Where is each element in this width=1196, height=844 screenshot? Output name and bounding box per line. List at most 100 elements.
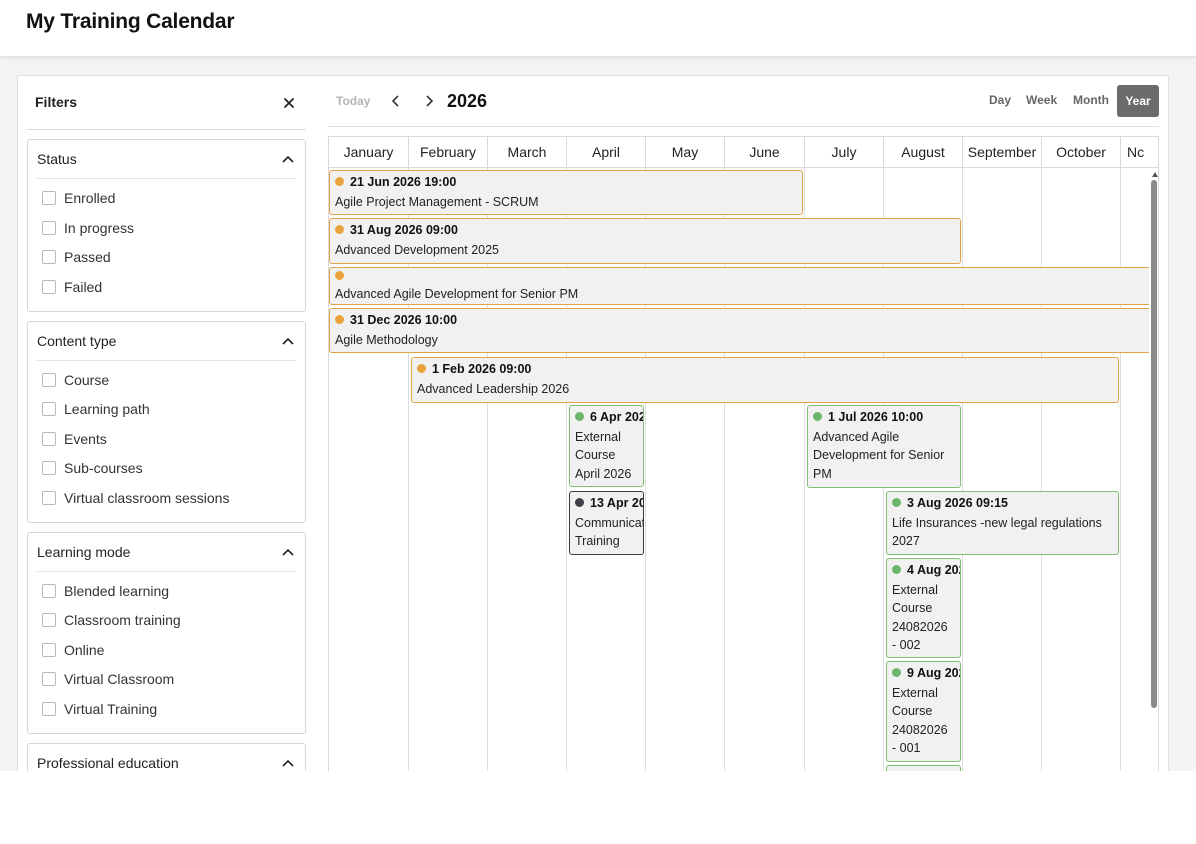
scroll-thumb[interactable] — [1151, 180, 1157, 708]
group-title: Status — [37, 151, 77, 167]
event-status-dot — [335, 315, 344, 325]
calendar-event[interactable]: 13 Apr 2026 Communication Training — [569, 491, 644, 555]
header-divider — [329, 167, 1158, 168]
chevron-up-icon — [282, 337, 294, 345]
chevron-up-icon — [282, 759, 294, 767]
toolbar-divider — [328, 126, 1159, 127]
checkbox[interactable] — [42, 461, 56, 475]
event-date: 9 Aug 2026 — [907, 666, 960, 680]
month-header-october[interactable]: October — [1042, 137, 1121, 167]
month-header-march[interactable]: March — [488, 137, 567, 167]
app-viewport: My Training Calendar Filters Status Enro… — [0, 0, 1196, 771]
next-year-button[interactable] — [421, 93, 437, 109]
option-label: In progress — [64, 220, 135, 236]
event-status-dot — [892, 565, 901, 575]
current-year-title: 2026 — [447, 91, 488, 111]
calendar-event[interactable]: Advanced Agile Development for Senior PM — [329, 267, 1151, 305]
calendar-event[interactable]: 1 Jul 2026 10:00 Advanced Agile Developm… — [807, 405, 961, 488]
event-header: 9 Aug 2026 — [892, 666, 960, 684]
checkbox[interactable] — [42, 672, 56, 686]
checkbox[interactable] — [42, 373, 56, 387]
calendar-event[interactable]: 6 Apr 2026 External Course April 2026 — [569, 405, 644, 487]
view-day-button[interactable]: Day — [989, 93, 1011, 107]
calendar-event[interactable]: 9 Aug 2026 External Course 24082026 - 00… — [886, 661, 961, 762]
checkbox[interactable] — [42, 491, 56, 505]
month-header-june[interactable]: June — [725, 137, 805, 167]
checkbox[interactable] — [42, 221, 56, 235]
checkbox[interactable] — [42, 432, 56, 446]
calendar-event[interactable]: 31 Dec 2026 10:00 Agile Methodology — [329, 308, 1151, 353]
checkbox[interactable] — [42, 643, 56, 657]
top-bar: My Training Calendar — [0, 0, 1196, 57]
month-header-february[interactable]: February — [409, 137, 488, 167]
event-title: Agile Project Management - SCRUM — [335, 195, 539, 209]
chevron-right-icon — [426, 95, 434, 107]
view-year-button[interactable]: Year — [1117, 85, 1159, 117]
event-date: 21 Jun 2026 19:00 — [350, 175, 457, 189]
option-label: Virtual Classroom — [64, 671, 175, 687]
checkbox[interactable] — [42, 702, 56, 716]
event-header: 3 Aug 2026 09:15 — [892, 496, 1113, 514]
page-title: My Training Calendar — [26, 10, 235, 33]
event-header: 21 Jun 2026 19:00 — [335, 175, 797, 193]
month-header-november[interactable]: Nc — [1121, 137, 1158, 167]
event-status-dot — [892, 498, 901, 508]
checkbox[interactable] — [42, 191, 56, 205]
calendar-event[interactable]: 3 Aug 2026 09:15 Life Insurances -new le… — [886, 491, 1119, 555]
filter-group-status: Status Enrolled In progress Passed Faile… — [27, 139, 306, 312]
checkbox[interactable] — [42, 250, 56, 264]
event-status-dot — [335, 225, 344, 235]
chevron-up-icon — [282, 155, 294, 163]
group-divider — [37, 178, 296, 179]
event-status-dot — [575, 498, 584, 508]
event-header: 4 Aug 2026 — [892, 563, 960, 581]
close-filters-button[interactable] — [280, 94, 298, 112]
checkbox[interactable] — [42, 280, 56, 294]
checkbox[interactable] — [42, 613, 56, 627]
status-group-header[interactable]: Status — [28, 140, 305, 178]
calendar-event[interactable]: 21 Jun 2026 19:00 Agile Project Manageme… — [329, 170, 803, 215]
close-icon — [284, 98, 294, 108]
month-header-august[interactable]: August — [884, 137, 963, 167]
filter-group-content-type: Content type Course Learning path Events… — [27, 321, 306, 523]
option-label: Enrolled — [64, 190, 116, 206]
checkbox[interactable] — [42, 402, 56, 416]
checkbox[interactable] — [42, 584, 56, 598]
event-date: 1 Jul 2026 10:00 — [828, 410, 924, 424]
column-divider — [962, 167, 963, 771]
option-label: Blended learning — [64, 583, 170, 599]
event-status-dot — [892, 668, 901, 678]
option-label: Events — [64, 431, 107, 447]
calendar-event[interactable]: 4 Aug 2026 External Course 24082026 - 00… — [886, 558, 961, 658]
option-label: Learning path — [64, 401, 150, 417]
month-header-september[interactable]: September — [963, 137, 1042, 167]
calendar-scrollbar[interactable] — [1149, 168, 1158, 771]
view-week-button[interactable]: Week — [1026, 93, 1057, 107]
previous-year-button[interactable] — [388, 93, 404, 109]
option-label: Online — [64, 642, 105, 658]
event-date: 4 Aug 2026 — [907, 563, 960, 577]
filters-title: Filters — [35, 94, 78, 110]
month-header-january[interactable]: January — [329, 137, 409, 167]
professional-education-group-header[interactable]: Professional education — [28, 744, 305, 771]
option-label: Passed — [64, 249, 111, 265]
month-header-may[interactable]: May — [646, 137, 725, 167]
filters-divider — [27, 129, 306, 130]
event-date: 31 Dec 2026 10:00 — [350, 313, 458, 327]
event-title: Life Insurances -new legal regulations 2… — [892, 516, 1102, 549]
option-label: Failed — [64, 279, 103, 295]
learning-mode-group-header[interactable]: Learning mode — [28, 533, 305, 571]
event-header: 6 Apr 2026 — [575, 410, 643, 428]
month-header-april[interactable]: April — [567, 137, 646, 167]
scroll-up-arrow-icon[interactable] — [1152, 172, 1158, 177]
event-status-dot — [813, 412, 822, 422]
content-type-group-header[interactable]: Content type — [28, 322, 305, 360]
view-month-button[interactable]: Month — [1073, 93, 1109, 107]
month-header-july[interactable]: July — [805, 137, 884, 167]
calendar-event[interactable]: 1 Feb 2026 09:00 Advanced Leadership 202… — [411, 357, 1119, 403]
today-button[interactable]: Today — [336, 94, 370, 108]
event-header — [335, 271, 1146, 285]
column-divider — [1120, 167, 1121, 771]
calendar-event[interactable]: 31 Aug 2026 09:00 Advanced Development 2… — [329, 218, 961, 264]
event-date: 6 Apr 2026 — [590, 410, 643, 424]
